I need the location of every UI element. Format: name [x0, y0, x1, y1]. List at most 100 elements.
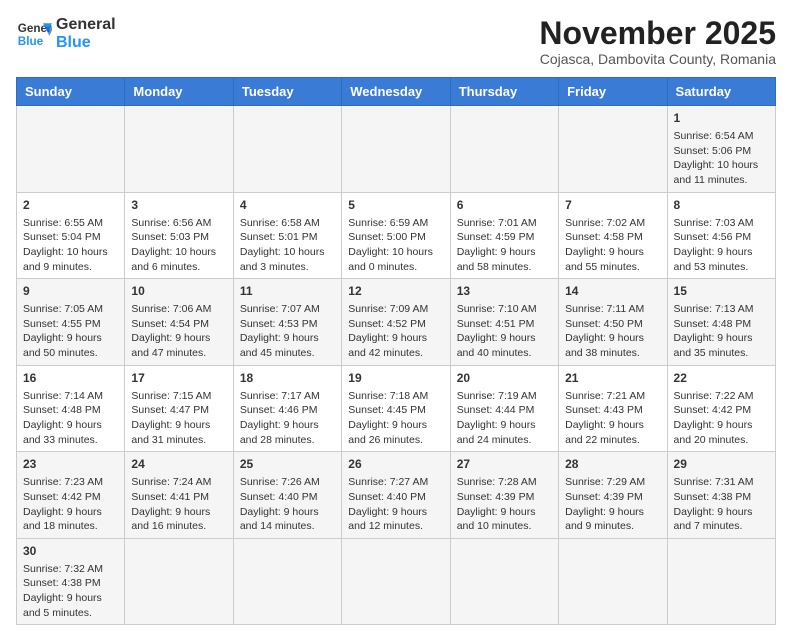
- calendar-cell: 25 Sunrise: 7:26 AM Sunset: 4:40 PM Dayli…: [233, 452, 341, 539]
- logo-blue-text: Blue: [56, 34, 116, 52]
- calendar-cell: 15Sunrise: 7:13 AM Sunset: 4:48 PM Dayli…: [667, 279, 775, 366]
- day-info: Sunrise: 7:10 AM Sunset: 4:51 PM Dayligh…: [457, 302, 552, 361]
- day-header-tuesday: Tuesday: [233, 78, 341, 106]
- day-number: 25: [240, 456, 335, 473]
- day-info: Sunrise: 7:07 AM Sunset: 4:53 PM Dayligh…: [240, 302, 335, 361]
- calendar-cell: 4 Sunrise: 6:58 AM Sunset: 5:01 PM Daylig…: [233, 192, 341, 279]
- day-info: Sunrise: 7:11 AM Sunset: 4:50 PM Dayligh…: [565, 302, 660, 361]
- calendar-cell: 29 Sunrise: 7:31 AM Sunset: 4:38 PM Dayli…: [667, 452, 775, 539]
- calendar-cell: 9 Sunrise: 7:05 AM Sunset: 4:55 PM Daylig…: [17, 279, 125, 366]
- location-subtitle: Cojasca, Dambovita County, Romania: [539, 51, 776, 67]
- logo-general-text: General: [56, 16, 116, 34]
- day-number: 3: [131, 197, 226, 214]
- calendar-week-5: 23 Sunrise: 7:23 AM Sunset: 4:42 PM Dayli…: [17, 452, 776, 539]
- calendar-cell: 13 Sunrise: 7:10 AM Sunset: 4:51 PM Dayli…: [450, 279, 558, 366]
- day-info: Sunrise: 7:15 AM Sunset: 4:47 PM Dayligh…: [131, 389, 226, 448]
- day-number: 18: [240, 370, 335, 387]
- day-info: Sunrise: 7:24 AM Sunset: 4:41 PM Dayligh…: [131, 475, 226, 534]
- day-info: Sunrise: 7:03 AM Sunset: 4:56 PM Dayligh…: [674, 216, 769, 275]
- day-info: Sunrise: 7:01 AM Sunset: 4:59 PM Dayligh…: [457, 216, 552, 275]
- day-info: Sunrise: 7:09 AM Sunset: 4:52 PM Dayligh…: [348, 302, 443, 361]
- calendar-cell: 12 Sunrise: 7:09 AM Sunset: 4:52 PM Dayli…: [342, 279, 450, 366]
- calendar-cell: 7 Sunrise: 7:02 AM Sunset: 4:58 PM Daylig…: [559, 192, 667, 279]
- header: General Blue General Blue November 2025 …: [16, 16, 776, 67]
- calendar-cell: 26Sunrise: 7:27 AM Sunset: 4:40 PM Dayli…: [342, 452, 450, 539]
- day-info: Sunrise: 6:58 AM Sunset: 5:01 PM Dayligh…: [240, 216, 335, 275]
- calendar-cell: 1Sunrise: 6:54 AM Sunset: 5:06 PM Daylig…: [667, 106, 775, 193]
- day-info: Sunrise: 7:29 AM Sunset: 4:39 PM Dayligh…: [565, 475, 660, 534]
- day-number: 4: [240, 197, 335, 214]
- day-number: 8: [674, 197, 769, 214]
- calendar-cell: 27Sunrise: 7:28 AM Sunset: 4:39 PM Dayli…: [450, 452, 558, 539]
- calendar-cell: 10Sunrise: 7:06 AM Sunset: 4:54 PM Dayli…: [125, 279, 233, 366]
- day-info: Sunrise: 7:17 AM Sunset: 4:46 PM Dayligh…: [240, 389, 335, 448]
- calendar-cell: 21Sunrise: 7:21 AM Sunset: 4:43 PM Dayli…: [559, 365, 667, 452]
- calendar-cell: [125, 106, 233, 193]
- day-info: Sunrise: 7:22 AM Sunset: 4:42 PM Dayligh…: [674, 389, 769, 448]
- calendar-cell: [450, 106, 558, 193]
- calendar-cell: 11 Sunrise: 7:07 AM Sunset: 4:53 PM Dayli…: [233, 279, 341, 366]
- calendar-cell: 28Sunrise: 7:29 AM Sunset: 4:39 PM Dayli…: [559, 452, 667, 539]
- calendar-cell: [559, 106, 667, 193]
- day-info: Sunrise: 7:05 AM Sunset: 4:55 PM Dayligh…: [23, 302, 118, 361]
- day-info: Sunrise: 7:13 AM Sunset: 4:48 PM Dayligh…: [674, 302, 769, 361]
- calendar-week-2: 2 Sunrise: 6:55 AM Sunset: 5:04 PM Daylig…: [17, 192, 776, 279]
- day-info: Sunrise: 6:55 AM Sunset: 5:04 PM Dayligh…: [23, 216, 118, 275]
- day-number: 22: [674, 370, 769, 387]
- day-info: Sunrise: 7:28 AM Sunset: 4:39 PM Dayligh…: [457, 475, 552, 534]
- calendar-cell: 6 Sunrise: 7:01 AM Sunset: 4:59 PM Daylig…: [450, 192, 558, 279]
- day-header-wednesday: Wednesday: [342, 78, 450, 106]
- day-info: Sunrise: 7:14 AM Sunset: 4:48 PM Dayligh…: [23, 389, 118, 448]
- day-info: Sunrise: 7:23 AM Sunset: 4:42 PM Dayligh…: [23, 475, 118, 534]
- calendar-table: SundayMondayTuesdayWednesdayThursdayFrid…: [16, 77, 776, 625]
- calendar-cell: 16 Sunrise: 7:14 AM Sunset: 4:48 PM Dayli…: [17, 365, 125, 452]
- day-number: 7: [565, 197, 660, 214]
- day-number: 30: [23, 543, 118, 560]
- day-number: 2: [23, 197, 118, 214]
- calendar-cell: 3 Sunrise: 6:56 AM Sunset: 5:03 PM Daylig…: [125, 192, 233, 279]
- calendar-cell: [233, 106, 341, 193]
- day-info: Sunrise: 7:31 AM Sunset: 4:38 PM Dayligh…: [674, 475, 769, 534]
- day-number: 13: [457, 283, 552, 300]
- day-header-monday: Monday: [125, 78, 233, 106]
- day-info: Sunrise: 6:59 AM Sunset: 5:00 PM Dayligh…: [348, 216, 443, 275]
- calendar-cell: 2 Sunrise: 6:55 AM Sunset: 5:04 PM Daylig…: [17, 192, 125, 279]
- day-number: 6: [457, 197, 552, 214]
- day-number: 24: [131, 456, 226, 473]
- calendar-cell: [17, 106, 125, 193]
- day-header-thursday: Thursday: [450, 78, 558, 106]
- svg-text:Blue: Blue: [18, 35, 44, 48]
- day-info: Sunrise: 6:56 AM Sunset: 5:03 PM Dayligh…: [131, 216, 226, 275]
- day-number: 23: [23, 456, 118, 473]
- day-info: Sunrise: 7:02 AM Sunset: 4:58 PM Dayligh…: [565, 216, 660, 275]
- day-number: 11: [240, 283, 335, 300]
- day-number: 9: [23, 283, 118, 300]
- day-header-saturday: Saturday: [667, 78, 775, 106]
- day-number: 14: [565, 283, 660, 300]
- calendar-cell: 5 Sunrise: 6:59 AM Sunset: 5:00 PM Daylig…: [342, 192, 450, 279]
- day-number: 26: [348, 456, 443, 473]
- logo: General Blue General Blue: [16, 16, 116, 52]
- calendar-cell: 22 Sunrise: 7:22 AM Sunset: 4:42 PM Dayli…: [667, 365, 775, 452]
- day-info: Sunrise: 7:26 AM Sunset: 4:40 PM Dayligh…: [240, 475, 335, 534]
- calendar-week-3: 9 Sunrise: 7:05 AM Sunset: 4:55 PM Daylig…: [17, 279, 776, 366]
- calendar-cell: 14 Sunrise: 7:11 AM Sunset: 4:50 PM Dayli…: [559, 279, 667, 366]
- calendar-cell: 24 Sunrise: 7:24 AM Sunset: 4:41 PM Dayli…: [125, 452, 233, 539]
- month-title: November 2025: [539, 16, 776, 51]
- day-number: 16: [23, 370, 118, 387]
- calendar-cell: 8 Sunrise: 7:03 AM Sunset: 4:56 PM Daylig…: [667, 192, 775, 279]
- day-number: 10: [131, 283, 226, 300]
- day-number: 12: [348, 283, 443, 300]
- day-number: 29: [674, 456, 769, 473]
- title-area: November 2025 Cojasca, Dambovita County,…: [539, 16, 776, 67]
- day-info: Sunrise: 7:19 AM Sunset: 4:44 PM Dayligh…: [457, 389, 552, 448]
- day-header-sunday: Sunday: [17, 78, 125, 106]
- day-number: 5: [348, 197, 443, 214]
- calendar-cell: 17Sunrise: 7:15 AM Sunset: 4:47 PM Dayli…: [125, 365, 233, 452]
- day-info: Sunrise: 7:18 AM Sunset: 4:45 PM Dayligh…: [348, 389, 443, 448]
- day-header-friday: Friday: [559, 78, 667, 106]
- calendar-week-4: 16 Sunrise: 7:14 AM Sunset: 4:48 PM Dayli…: [17, 365, 776, 452]
- day-number: 1: [674, 110, 769, 127]
- day-number: 21: [565, 370, 660, 387]
- calendar-week-1: 1Sunrise: 6:54 AM Sunset: 5:06 PM Daylig…: [17, 106, 776, 193]
